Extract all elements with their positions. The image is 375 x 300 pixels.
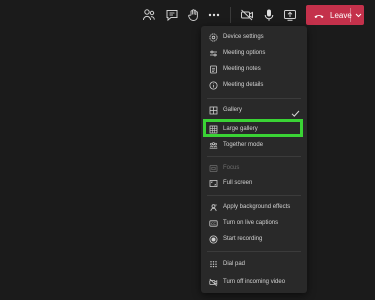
menu-item-gallery[interactable]: Gallery (201, 103, 307, 117)
microphone-icon[interactable] (261, 7, 277, 23)
menu-item-together-mode[interactable]: Together mode (201, 138, 307, 152)
meeting-toolbar: Leave (0, 0, 375, 30)
menu-item-label: Full screen (223, 180, 253, 186)
full-screen-icon (209, 179, 218, 188)
gallery-icon (209, 106, 218, 115)
captions-icon: CC (209, 219, 218, 228)
chevron-down-icon[interactable] (352, 5, 364, 25)
menu-item-label: Turn off incoming video (223, 279, 286, 285)
menu-item-full-screen[interactable]: Full screen (201, 176, 307, 190)
menu-item-label: Together mode (223, 142, 264, 148)
menu-item-label: Device settings (223, 34, 264, 40)
leave-label: Leave (330, 10, 352, 20)
menu-item-meeting-notes[interactable]: Meeting notes (201, 62, 307, 76)
menu-item-label: Start recording (223, 236, 263, 242)
people-icon[interactable] (141, 7, 157, 23)
record-icon (209, 235, 218, 244)
background-effects-icon (209, 203, 218, 212)
leave-main[interactable]: Leave (306, 5, 352, 25)
menu-item-device-settings[interactable]: Device settings (201, 30, 307, 44)
menu-item-meeting-details[interactable]: Meeting details (201, 78, 307, 92)
leave-split-divider (350, 8, 351, 22)
dial-pad-icon (209, 260, 218, 269)
more-actions-icon[interactable] (206, 7, 222, 23)
large-gallery-highlight (203, 119, 303, 137)
camera-off-icon[interactable] (239, 7, 255, 23)
more-actions-menu: Device settings Meeting options Meeting … (201, 26, 307, 293)
menu-divider (207, 98, 301, 99)
svg-text:CC: CC (211, 221, 216, 225)
menu-divider (207, 156, 301, 157)
menu-item-label: Turn on live captions (223, 220, 279, 226)
raise-hand-icon[interactable] (186, 7, 202, 23)
together-mode-icon (209, 141, 218, 150)
gear-icon (209, 33, 218, 42)
menu-item-label: Apply background effects (223, 204, 291, 210)
menu-item-label: Focus (223, 165, 240, 171)
menu-divider (207, 251, 301, 252)
menu-item-label: Gallery (223, 107, 243, 113)
menu-item-dial-pad[interactable]: Dial pad (201, 257, 307, 271)
leave-button[interactable]: Leave (306, 5, 364, 25)
menu-divider (207, 195, 301, 196)
menu-item-label: Meeting options (223, 50, 266, 56)
notes-icon (209, 65, 218, 74)
share-tray-icon[interactable] (282, 7, 298, 23)
menu-item-start-recording[interactable]: Start recording (201, 232, 307, 246)
menu-item-meeting-options[interactable]: Meeting options (201, 46, 307, 60)
focus-icon (209, 164, 218, 173)
info-icon (209, 81, 218, 90)
menu-item-label: Meeting notes (223, 66, 261, 72)
menu-item-focus: Focus (201, 161, 307, 175)
menu-item-turn-off-incoming-video[interactable]: Turn off incoming video (201, 275, 307, 289)
menu-item-live-captions[interactable]: CC Turn on live captions (201, 216, 307, 230)
video-off-icon (209, 278, 218, 287)
toolbar-divider (230, 7, 231, 23)
menu-item-background-effects[interactable]: Apply background effects (201, 200, 307, 214)
chat-icon[interactable] (164, 7, 180, 23)
phone-hangup-icon (314, 6, 324, 24)
menu-item-label: Dial pad (223, 261, 246, 267)
menu-item-label: Meeting details (223, 82, 264, 88)
options-icon (209, 49, 218, 58)
